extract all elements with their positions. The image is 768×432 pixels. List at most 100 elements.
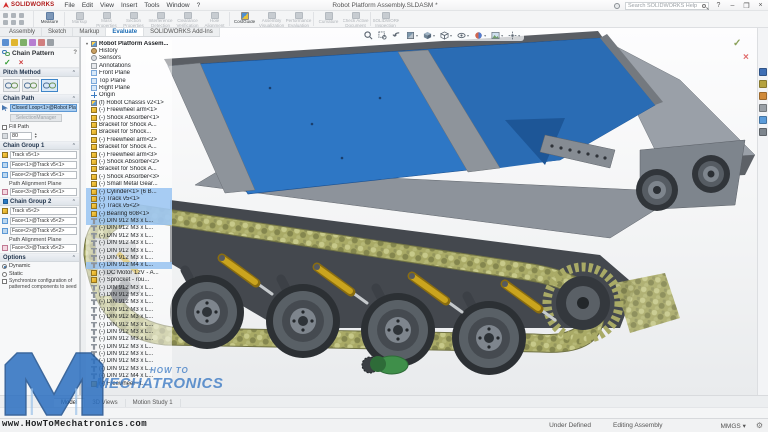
zoom-area-icon[interactable] [378,31,387,40]
status-gear-icon[interactable]: ⚙ [756,421,763,430]
tree-item[interactable]: (-) DIN 912 M4 x L... [86,373,172,380]
property-manager-tab-icon[interactable] [11,39,18,46]
chain-path-selection[interactable]: Closed Loop<1>@Robot Platfor [10,104,77,112]
pm-help-icon[interactable]: ? [73,50,77,56]
custom-properties-icon[interactable] [759,128,767,136]
group-2-alignment-field[interactable]: Face<3>@Track v5<2> [10,244,77,252]
tree-item[interactable]: (-) Sprocket - rou... [86,277,172,284]
view-palette-icon[interactable] [759,104,767,112]
tree-item[interactable]: Front Plane [86,70,172,77]
tree-item[interactable]: Top Plane [86,77,172,84]
ribbon-button-curvature[interactable]: Curvature [315,11,342,27]
dynamic-radio[interactable] [2,264,7,269]
section-chain-path[interactable]: Chain Path⌃ [0,94,79,103]
minimize-button[interactable]: – [728,2,737,9]
pitch-method-distance[interactable] [3,79,20,92]
tree-item[interactable]: Bracket for Shock A... [86,121,172,128]
ribbon-button-mass-properties[interactable]: Mass Properties [93,11,120,27]
tree-item[interactable]: (-) DIN 912 M3 x L... [86,358,172,365]
tree-item[interactable]: (-) DC Motor 12V - A... [86,269,172,276]
group-1-component-field[interactable]: Track v5<1> [10,151,77,159]
tree-item[interactable]: Sensors [86,55,172,62]
pitch-method-connected-linkage[interactable] [41,79,58,92]
solidworks-resources-icon[interactable] [759,68,767,76]
apply-scene-icon[interactable]: ▾ [491,31,503,40]
tree-item[interactable]: (-) Freewheel arm<2> [86,136,172,143]
group-1-path-link-1-field[interactable]: Face<1>@Track v5<1> [10,161,77,169]
tab-assembly[interactable]: Assembly [3,28,42,36]
close-button[interactable]: × [756,2,765,9]
tree-item[interactable]: (-) DIN 912 M3 x L... [86,247,172,254]
tree-item[interactable]: (-) Freewheel arm<1> [86,107,172,114]
tree-item[interactable]: (-) Small Metal Gear... [86,180,172,187]
section-options[interactable]: Options⌃ [0,253,79,262]
bottom-tab-3d-views[interactable]: 3D Views [85,399,125,407]
zoom-fit-icon[interactable] [364,31,373,40]
feature-manager-tab-icon[interactable] [2,39,9,46]
tree-item[interactable]: Annotations [86,62,172,69]
menu-edit[interactable]: Edit [82,2,93,9]
quick-access-toolbar[interactable] [0,11,34,27]
edit-appearance-icon[interactable]: ▾ [474,31,486,40]
tree-item[interactable]: (-) Track v5<2> [86,203,172,210]
tree-item[interactable]: Origin [86,92,172,99]
ribbon-button-measure[interactable]: Measure [36,11,63,27]
menu-view[interactable]: View [100,2,114,9]
menu-tools[interactable]: Tools [144,2,159,9]
tree-item[interactable]: (-) Shock Absorber<2> [86,158,172,165]
tree-item[interactable]: (-) DIN 912 M3 x L... [86,343,172,350]
confirm-ok-icon[interactable]: ✓ [733,38,741,49]
sync-config-checkbox[interactable] [2,279,7,284]
tree-item[interactable]: (-) Freewheel arm<3> [86,151,172,158]
login-user-icon[interactable] [614,3,620,9]
section-view-icon[interactable]: ▾ [406,31,418,40]
group-1-path-link-2-field[interactable]: Face<2>@Track v5<1> [10,171,77,179]
tree-item[interactable]: (-) Track v5<1> [86,195,172,202]
tree-item[interactable]: (-) Bearing 608<1> [86,210,172,217]
tree-item[interactable]: (-) Cylinder<1> (6 B... [86,188,172,195]
tree-item[interactable]: (-) DIN 912 M3 x L... [86,254,172,261]
configuration-manager-tab-icon[interactable] [20,39,27,46]
tree-item[interactable]: History [86,47,172,54]
appearances-icon[interactable] [759,116,767,124]
ribbon-button-clearance-verification[interactable]: Clearance Verification [174,11,201,27]
restore-button[interactable]: ❐ [742,2,751,10]
tree-item[interactable]: Bracket for Shock A... [86,143,172,150]
tree-item[interactable]: (-) DIN 912 M3 x L... [86,328,172,335]
hide-show-items-icon[interactable]: ▾ [457,31,469,40]
horizontal-scroll-strip[interactable] [0,407,768,418]
tree-item[interactable]: (-) DIN 912 M3 x L... [86,232,172,239]
pane-pin-icon[interactable] [47,39,54,46]
tree-item[interactable]: (-) DIN 912 M3 x L... [86,336,172,343]
ribbon-button-markup[interactable]: Markup [66,11,93,27]
ribbon-button-costguide[interactable]: CostGuide [231,11,258,27]
ribbon-button-assembly-visualization[interactable]: Assembly Visualization [258,11,285,27]
tree-item[interactable]: (f) Robot Chassis v2<1> [86,99,172,106]
search-icon[interactable] [702,4,706,8]
tree-item[interactable]: (-) DIN 912 M3 x L... [86,350,172,357]
tree-item[interactable]: Right Plane [86,84,172,91]
file-explorer-icon[interactable] [759,92,767,100]
tree-item[interactable]: (-) DIN 912 M3 x L... [86,306,172,313]
tree-item[interactable]: Bracket for Shock... [86,129,172,136]
help-button[interactable]: ? [714,2,723,9]
pitch-method-distance-linkage[interactable] [22,79,39,92]
section-pitch-method[interactable]: Pitch Method⌃ [0,68,79,77]
tree-item[interactable]: (-) Freewheel - t... [86,380,172,387]
tree-item[interactable]: (-) DIN 912 M3 x L... [86,284,172,291]
tab-solidworks-add-ins[interactable]: SOLIDWORKS Add-Ins [144,28,220,36]
selection-manager-button[interactable]: SelectionManager [10,114,62,122]
view-orientation-icon[interactable]: ▾ [423,31,435,40]
tree-item[interactable]: (-) DIN 912 M3 x L... [86,321,172,328]
tree-item[interactable]: (-) DIN 912 M3 x L... [86,313,172,320]
design-library-icon[interactable] [759,80,767,88]
tree-item[interactable]: (-) Shock Absorber<3> [86,173,172,180]
group-2-path-link-2-field[interactable]: Face<2>@Track v5<2> [10,227,77,235]
graphics-viewport[interactable] [80,28,768,395]
tree-item[interactable]: (-) DIN 912 M3 x L... [86,365,172,372]
tab-sketch[interactable]: Sketch [42,28,73,36]
tree-root[interactable]: ▾Robot Platform Assem... [86,40,172,47]
pm-ok-button[interactable]: ✓ [4,58,11,67]
tab-evaluate[interactable]: Evaluate [106,27,144,36]
panel-splitter[interactable] [80,37,81,395]
